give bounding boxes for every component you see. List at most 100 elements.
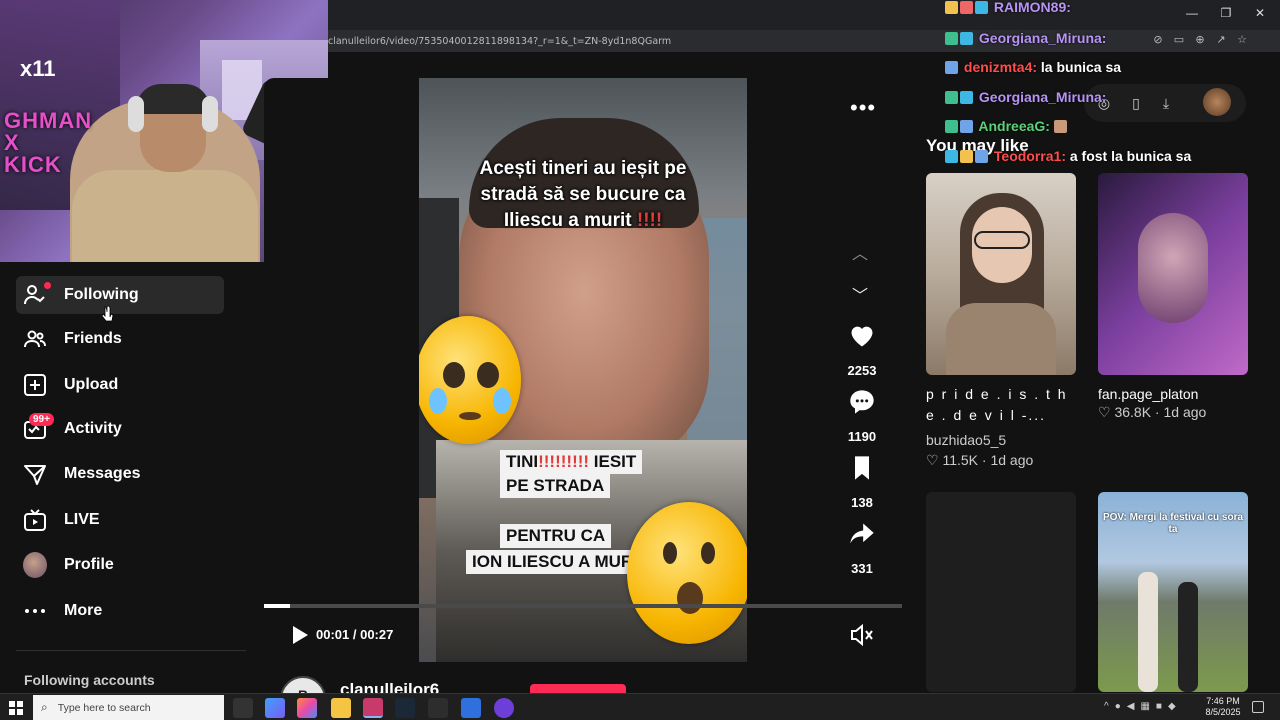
card-stats: ♡ 11.5K · 1d ago [926,452,1034,468]
headset-left [128,96,144,132]
speaker-icon[interactable]: ◀ [1127,701,1135,712]
card-likes: 36.8K [1114,404,1152,420]
restore-button[interactable]: ❐ [1216,6,1236,20]
windows-start-icon[interactable] [9,701,23,715]
clock-time: 7:46 PM [1206,696,1240,706]
system-tray: ^ ● ◀ ▦ ■ ◆ [1104,701,1176,712]
caption-line: stradă să se bucure ca [480,184,686,205]
surprised-face-emoji [627,502,747,644]
taskbar-search[interactable]: ⌕ Type here to search [33,695,224,720]
video-time: 00:01 / 00:27 [316,627,394,642]
nav-divider [16,650,246,651]
activity-badge: 99+ [29,413,54,426]
chat-message: RAIMON89: [945,0,1071,15]
close-button[interactable]: ✕ [1250,6,1270,20]
cam-logo: x11 [20,56,56,81]
chat-username: Teodorra1: [993,148,1066,164]
download-icon[interactable]: ⤓ [1156,93,1176,113]
next-video-chevron-down-icon[interactable]: ﹀ [852,282,868,306]
comment-action[interactable]: 1190 [838,388,886,444]
chat-text: a fost la bunica sa [1069,148,1192,164]
inset-text: IESIT [589,452,637,471]
microphone-icon[interactable]: ● [1115,701,1121,712]
like-action[interactable]: 2253 [838,322,886,378]
video-progress-bar[interactable] [264,604,902,608]
share-action[interactable]: 331 [838,520,886,576]
tray-app-icon[interactable]: ■ [1156,701,1162,712]
phone-icon[interactable]: ▯ [1126,93,1146,113]
card-caption[interactable]: p r i d e . i s . t h e . d e v i l -... [926,384,1076,426]
heart-outline-icon: ♡ [926,452,939,468]
video-more-options-icon[interactable]: ••• [850,95,876,121]
upload-icon [23,373,47,397]
nav-upload[interactable]: Upload [16,366,224,404]
sword-badge-icon [945,150,958,163]
app-icon[interactable] [461,698,481,718]
user-avatar[interactable] [1203,88,1231,116]
taskbar-clock[interactable]: 7:46 PM 8/5/2025 [1200,696,1246,718]
chat-message: Georgiana_Miruna: [945,30,1106,46]
video-player[interactable]: Acești tineri au ieșit pe stradă să se b… [419,78,747,662]
chevron-up-icon[interactable]: ^ [1104,701,1109,712]
card-caption[interactable]: fan.page_platon [1098,384,1248,405]
browser-icon[interactable] [363,698,383,718]
save-count: 138 [851,495,873,510]
share-arrow-icon[interactable] [848,520,876,548]
mouse-cursor-icon [102,305,114,322]
bookmark-icon[interactable] [848,454,876,482]
comment-icon[interactable] [848,388,876,416]
minimize-button[interactable]: — [1182,6,1202,20]
app-icon[interactable] [297,698,317,718]
nav-label: Activity [64,420,122,437]
card-overlay-text: POV: Mergi la festival cu sora ta [1102,512,1244,535]
steam-icon[interactable] [395,698,415,718]
tray-app-icon[interactable]: ◆ [1168,701,1176,712]
address-bar[interactable]: clanulleilor6/video/7535040012811898134?… [320,30,1280,52]
notifications-icon[interactable] [1252,701,1264,713]
volume-muted-icon[interactable] [850,624,874,646]
crown-badge-icon [960,150,973,163]
copilot-icon[interactable] [265,698,285,718]
nav-live[interactable]: LIVE [16,501,224,539]
following-accounts-heading: Following accounts [24,672,155,688]
emoji-eye [663,542,677,564]
nav-label: Profile [64,556,114,573]
nav-messages[interactable]: Messages [16,455,224,493]
recommended-video-card[interactable] [1098,173,1248,375]
mute-tab-icon[interactable]: ⊘ [1152,33,1164,47]
like-count: 2253 [847,363,877,378]
previous-video-chevron-up-icon[interactable]: ︿ [852,240,868,264]
share-icon[interactable]: ↗ [1215,33,1227,47]
pleading-face-emoji [419,316,521,444]
card-thumb-body [946,303,1056,375]
save-action[interactable]: 138 [838,454,886,510]
zoom-icon[interactable]: ⊕ [1194,33,1206,47]
heart-icon[interactable] [848,322,876,350]
gem-badge-icon [960,32,973,45]
task-view-icon[interactable] [233,698,253,718]
recommended-video-card[interactable]: POV: Mergi la festival cu sora ta [1098,492,1248,692]
recommended-video-card[interactable] [926,173,1076,375]
card-age: 1d ago [1163,404,1207,420]
play-icon[interactable] [288,624,310,646]
app-icon[interactable] [428,698,448,718]
url-text[interactable]: clanulleilor6/video/7535040012811898134?… [328,36,671,47]
chat-message: Georgiana_Miruna: [945,89,1106,105]
recommended-video-card-loading[interactable] [926,492,1076,692]
card-author[interactable]: buzhidao5_5 [926,432,1006,448]
inset-caption-3: PENTRU CA [500,524,612,548]
inset-text: TINI [506,452,539,471]
nav-friends[interactable]: Friends [16,320,224,358]
nav-label: More [64,602,103,619]
network-icon[interactable]: ▦ [1140,701,1149,712]
cast-icon[interactable]: ▭ [1173,33,1185,47]
bookmark-star-icon[interactable]: ☆ [1236,33,1248,47]
file-explorer-icon[interactable] [331,698,351,718]
video-progress-fill [264,604,290,608]
nav-profile[interactable]: Profile [16,546,224,584]
nav-activity[interactable]: 99+ Activity [16,410,224,448]
nav-following[interactable]: Following [16,276,224,314]
nav-more[interactable]: More [16,592,224,630]
app-icon[interactable] [494,698,514,718]
chat-text: la bunica sa [1040,59,1122,75]
